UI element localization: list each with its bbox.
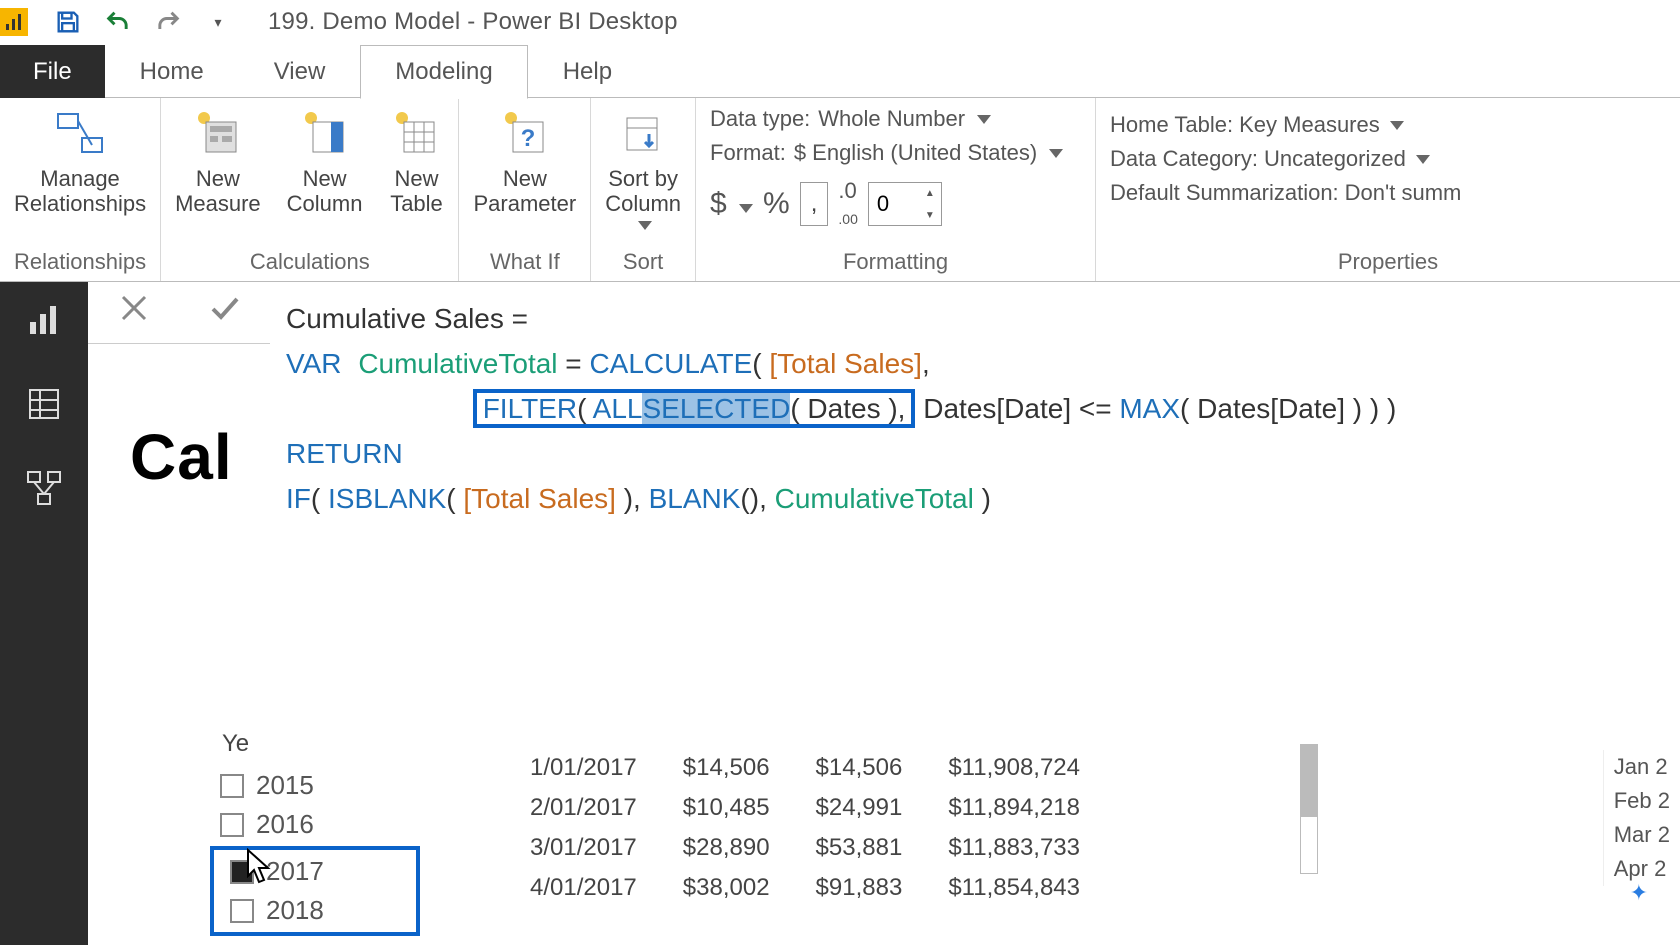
data-type-dropdown[interactable]: Data type: Whole Number — [710, 106, 1081, 132]
quick-access-toolbar: ▾ — [52, 6, 234, 38]
slicer-item-2016[interactable]: 2016 — [210, 805, 420, 844]
decimal-icon[interactable]: .0.00 — [838, 178, 857, 230]
chevron-down-icon — [638, 221, 652, 230]
model-view-icon[interactable] — [22, 466, 66, 510]
summarization-dropdown[interactable]: Default Summarization: Don't summ — [1110, 180, 1666, 206]
group-whatif: ? New Parameter What If — [459, 98, 591, 281]
relationships-icon — [52, 106, 108, 162]
page-title: Cal — [88, 344, 270, 494]
title-bar: ▾ 199. Demo Model - Power BI Desktop — [0, 0, 1680, 44]
save-icon[interactable] — [52, 6, 84, 38]
sort-by-column-button[interactable]: Sort by Column — [605, 106, 681, 230]
formula-actions — [88, 282, 270, 344]
data-category-dropdown[interactable]: Data Category: Uncategorized — [1110, 146, 1666, 172]
chevron-down-icon — [977, 115, 991, 124]
chevron-down-icon — [1049, 149, 1063, 158]
slicer-item-2018[interactable]: 2018 — [220, 891, 410, 930]
manage-relationships-button[interactable]: Manage Relationships — [14, 106, 146, 217]
new-parameter-button[interactable]: ? New Parameter — [473, 106, 576, 217]
table-row[interactable]: 3/01/2017$28,890$53,881$11,883,733 — [520, 828, 1116, 868]
percent-button[interactable]: % — [763, 187, 790, 221]
group-properties: Home Table: Key Measures Data Category: … — [1096, 98, 1680, 281]
view-rail — [0, 282, 88, 945]
data-view-icon[interactable] — [22, 382, 66, 426]
spin-up-icon[interactable]: ▲ — [919, 182, 941, 204]
ribbon-tabs: File Home View Modeling Help — [0, 44, 1680, 98]
new-measure-icon — [190, 106, 246, 162]
undo-icon[interactable] — [102, 6, 134, 38]
group-relationships: Manage Relationships Relationships — [0, 98, 161, 281]
format-dropdown[interactable]: Format: $ English (United States) — [710, 140, 1081, 166]
data-table: 1/01/2017$14,506$14,506$11,908,724 2/01/… — [520, 748, 1116, 908]
star-icon: ✦ — [1630, 880, 1648, 906]
group-sort: Sort by Column Sort — [591, 98, 696, 281]
table-row[interactable]: 1/01/2017$14,506$14,506$11,908,724 — [520, 748, 1116, 788]
app-logo-icon — [0, 8, 28, 36]
ribbon: Manage Relationships Relationships New M… — [0, 98, 1680, 282]
tab-help[interactable]: Help — [528, 45, 647, 98]
table-row[interactable]: 2/01/2017$10,485$24,991$11,894,218 — [520, 788, 1116, 828]
new-column-button[interactable]: New Column — [287, 106, 363, 217]
thousands-button[interactable]: , — [800, 182, 829, 226]
home-table-dropdown[interactable]: Home Table: Key Measures — [1110, 112, 1666, 138]
year-slicer: Ye 2015 2016 2017 2018 — [210, 730, 420, 936]
table-row[interactable]: 4/01/2017$38,002$91,883$11,854,843 — [520, 868, 1116, 908]
spin-down-icon[interactable]: ▼ — [919, 204, 941, 226]
cursor-icon — [244, 848, 274, 886]
tab-file[interactable]: File — [0, 45, 105, 98]
scrollbar[interactable] — [1300, 744, 1318, 874]
checkbox-icon[interactable] — [230, 899, 254, 923]
new-column-icon — [297, 106, 353, 162]
new-parameter-icon: ? — [497, 106, 553, 162]
checkbox-icon[interactable] — [220, 774, 244, 798]
group-formatting: Data type: Whole Number Format: $ Englis… — [696, 98, 1096, 281]
qat-dropdown-icon[interactable]: ▾ — [202, 6, 234, 38]
cancel-formula-icon[interactable] — [117, 291, 151, 334]
commit-formula-icon[interactable] — [208, 291, 242, 334]
chevron-down-icon — [1390, 121, 1404, 130]
decimal-places-input[interactable]: ▲▼ — [868, 182, 942, 226]
redo-icon[interactable] — [152, 6, 184, 38]
new-table-icon — [388, 106, 444, 162]
formula-editor[interactable]: Cumulative Sales = VAR CumulativeTotal =… — [270, 282, 1680, 539]
report-view-icon[interactable] — [22, 298, 66, 342]
chevron-down-icon — [739, 204, 753, 213]
tab-home[interactable]: Home — [105, 45, 239, 98]
tab-modeling[interactable]: Modeling — [360, 45, 527, 99]
svg-text:?: ? — [521, 125, 536, 152]
slicer-item-2015[interactable]: 2015 — [210, 766, 420, 805]
checkbox-icon[interactable] — [220, 813, 244, 837]
new-measure-button[interactable]: New Measure — [175, 106, 261, 217]
chevron-down-icon — [1416, 155, 1430, 164]
tab-view[interactable]: View — [239, 45, 361, 98]
group-calculations: New Measure New Column New Table Calcula… — [161, 98, 459, 281]
currency-button[interactable]: $ — [710, 187, 753, 221]
window-title: 199. Demo Model - Power BI Desktop — [268, 8, 678, 36]
sort-icon — [615, 106, 671, 162]
new-table-button[interactable]: New Table — [388, 106, 444, 217]
slicer-label: Ye — [210, 730, 420, 758]
month-axis: Jan 2 Feb 2 Mar 2 Apr 2 — [1603, 750, 1680, 886]
